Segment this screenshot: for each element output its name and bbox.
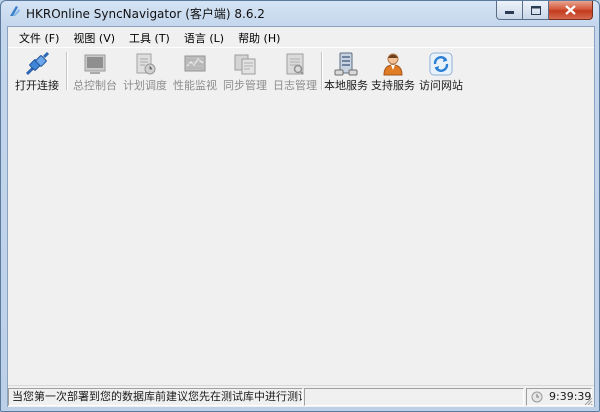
toolbar-separator	[66, 52, 68, 90]
log-icon	[286, 53, 304, 75]
main-content-area	[8, 94, 594, 384]
server-icon	[334, 52, 358, 76]
menu-bar: 文件 (F) 视图 (V) 工具 (T) 语言 (L) 帮助 (H)	[8, 27, 594, 47]
sync-manage-label: 同步管理	[223, 79, 267, 92]
console-icon	[84, 54, 106, 74]
toolbar: 打开连接 总控制台 计划调度 性能监视 同步管理 日志管理 本地服务 支持服务 …	[8, 47, 594, 95]
menu-help[interactable]: 帮助 (H)	[231, 27, 287, 47]
menu-file[interactable]: 文件 (F)	[8, 27, 66, 47]
caption-buttons	[496, 1, 593, 20]
status-message: 当您第一次部署到您的数据库前建议您先在测试库中进行测试。	[8, 388, 303, 406]
maximize-icon	[530, 5, 541, 15]
client-area: 文件 (F) 视图 (V) 工具 (T) 语言 (L) 帮助 (H) 打开连接	[7, 26, 595, 407]
visit-website-label: 访问网站	[419, 79, 463, 92]
visit-website-button[interactable]: 访问网站	[418, 50, 464, 92]
toolbar-separator	[321, 52, 323, 90]
console-button[interactable]: 总控制台	[70, 50, 120, 92]
app-logo-icon	[10, 6, 20, 16]
monitor-icon	[184, 55, 206, 72]
resize-grip-icon[interactable]	[583, 396, 593, 406]
log-button[interactable]: 日志管理	[270, 50, 320, 92]
connect-label: 打开连接	[15, 79, 59, 92]
support-button[interactable]: 支持服务	[370, 50, 416, 92]
maximize-button[interactable]	[523, 1, 549, 20]
schedule-icon	[136, 53, 156, 75]
local-service-button[interactable]: 本地服务	[324, 50, 368, 92]
support-person-icon	[383, 53, 403, 76]
schedule-button[interactable]: 计划调度	[120, 50, 170, 92]
sync-manage-icon	[234, 54, 256, 75]
support-label: 支持服务	[371, 79, 415, 92]
console-label: 总控制台	[73, 79, 117, 92]
menu-language[interactable]: 语言 (L)	[177, 27, 231, 47]
status-panel	[304, 388, 524, 406]
sync-manage-button[interactable]: 同步管理	[220, 50, 270, 92]
local-service-label: 本地服务	[324, 79, 368, 92]
refresh-web-icon	[429, 52, 453, 76]
monitor-label: 性能监视	[173, 79, 217, 92]
status-bar: 当您第一次部署到您的数据库前建议您先在测试库中进行测试。 9:39:39	[8, 385, 594, 407]
log-label: 日志管理	[273, 79, 317, 92]
monitor-button[interactable]: 性能监视	[170, 50, 220, 92]
close-button[interactable]	[549, 1, 593, 20]
close-icon	[565, 5, 576, 15]
title-bar[interactable]: HKROnline SyncNavigator (客户端) 8.6.2	[1, 1, 599, 23]
clock-icon	[531, 391, 543, 403]
menu-view[interactable]: 视图 (V)	[66, 27, 122, 47]
window-title: HKROnline SyncNavigator (客户端) 8.6.2	[26, 7, 265, 21]
minimize-button[interactable]	[496, 1, 523, 20]
menu-tools[interactable]: 工具 (T)	[122, 27, 177, 47]
app-window: HKROnline SyncNavigator (客户端) 8.6.2 文件 (…	[0, 0, 600, 412]
schedule-label: 计划调度	[123, 79, 167, 92]
connect-plug-icon	[25, 51, 50, 76]
minimize-icon	[505, 11, 514, 14]
connect-button[interactable]: 打开连接	[12, 50, 62, 92]
